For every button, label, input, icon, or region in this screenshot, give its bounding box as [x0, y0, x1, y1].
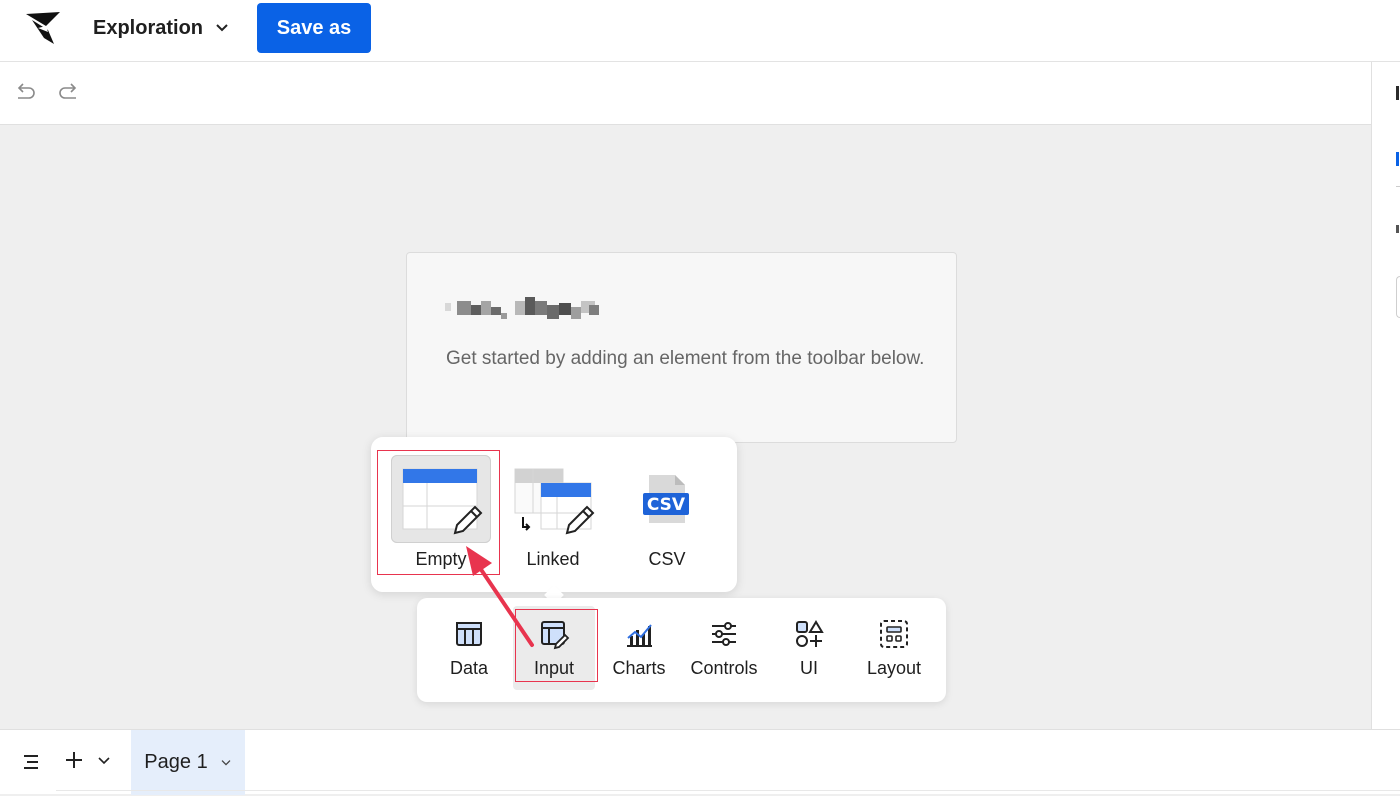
toolbar-controls-button[interactable]: Controls: [684, 612, 764, 688]
panel-divider: [1396, 186, 1400, 187]
csv-tile: CSV: [617, 455, 717, 543]
properties-panel: [1371, 62, 1400, 729]
redo-icon[interactable]: [56, 80, 82, 104]
chevron-down-icon[interactable]: [98, 757, 110, 765]
chevron-down-icon[interactable]: [220, 759, 232, 767]
empty-page-card: Get started by adding an element from th…: [406, 252, 957, 443]
input-csv-option[interactable]: CSV CSV: [617, 455, 717, 569]
input-table-icon: [541, 621, 570, 650]
page-list-icon[interactable]: [20, 752, 42, 772]
input-option-label: Empty: [415, 549, 467, 569]
app-logo-icon[interactable]: [24, 10, 62, 46]
page-tab[interactable]: Page 1: [131, 730, 245, 795]
toolbar-label: UI: [800, 658, 818, 678]
toolbar-label: Input: [533, 658, 575, 678]
workbook-title-dropdown[interactable]: Exploration: [93, 14, 229, 42]
toolbar-layout-button[interactable]: Layout: [854, 612, 934, 688]
redacted-heading: [445, 297, 599, 319]
csv-file-icon: CSV: [643, 475, 689, 523]
page-bar: Page 1: [0, 729, 1400, 796]
edit-toolbar: [0, 62, 1400, 125]
toolbar-ui-button[interactable]: UI: [769, 612, 849, 688]
element-toolbar: Data Input Charts Controls UI Layout: [417, 598, 946, 702]
toolbar-input-button[interactable]: Input: [514, 612, 594, 688]
shapes-icon: [796, 620, 824, 647]
empty-tile: [391, 455, 491, 543]
panel-toggle-icon[interactable]: [1396, 86, 1399, 100]
toolbar-charts-button[interactable]: Charts: [599, 612, 679, 688]
svg-text:CSV: CSV: [647, 495, 686, 515]
empty-table-edit-icon: [402, 468, 483, 535]
linked-tile: [503, 455, 603, 543]
linked-table-edit-icon: [514, 468, 595, 535]
table-icon: [456, 622, 482, 646]
toolbar-label: Controls: [690, 658, 758, 678]
undo-icon[interactable]: [12, 80, 38, 104]
chart-icon: [627, 624, 652, 647]
toolbar-label: Charts: [612, 658, 666, 678]
add-page-icon[interactable]: [64, 750, 84, 770]
layout-icon: [880, 620, 908, 648]
toolbar-label: Data: [449, 658, 489, 678]
input-empty-option[interactable]: Empty: [391, 455, 491, 569]
panel-input[interactable]: [1396, 276, 1400, 318]
workbook-title: Exploration: [93, 16, 204, 39]
toolbar-label: Layout: [866, 658, 922, 678]
input-option-label: Linked: [526, 549, 580, 569]
input-option-label: CSV: [648, 549, 686, 569]
panel-tab-indicator[interactable]: [1396, 152, 1399, 166]
save-as-button[interactable]: Save as: [257, 3, 371, 53]
top-bar: Exploration Save as: [0, 0, 1400, 62]
input-element-popover: Empty Linked CSV CSV: [371, 437, 737, 605]
sliders-icon: [712, 622, 736, 646]
page-bar-edge: [56, 790, 1400, 796]
toolbar-data-button[interactable]: Data: [429, 612, 509, 688]
chevron-down-icon: [216, 24, 228, 32]
page-tab-label: Page 1: [144, 751, 208, 773]
empty-page-hint: Get started by adding an element from th…: [446, 348, 925, 369]
panel-glyph: [1396, 225, 1399, 233]
input-linked-option[interactable]: Linked: [503, 455, 603, 569]
